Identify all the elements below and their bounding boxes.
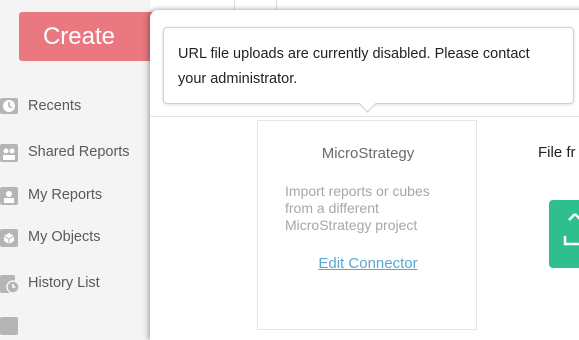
top-strip <box>150 0 579 10</box>
sidebar-item-more[interactable] <box>0 310 28 340</box>
users-icon <box>0 141 20 163</box>
dialog-divider <box>150 116 579 117</box>
sidebar-item-my-reports[interactable]: My Reports <box>0 180 102 210</box>
sidebar-item-my-objects[interactable]: My Objects <box>0 222 101 252</box>
sidebar-item-recents[interactable]: Recents <box>0 91 81 121</box>
create-button[interactable]: Create <box>19 12 169 61</box>
connector-title: MicroStrategy <box>321 145 415 162</box>
sidebar-item-label: History List <box>28 275 100 291</box>
column-divider <box>276 0 277 10</box>
sidebar-item-shared-reports[interactable]: Shared Reports <box>0 137 130 167</box>
cube-icon <box>0 226 20 248</box>
connector-title-file: File fr <box>538 144 576 161</box>
user-icon <box>0 184 20 206</box>
column-divider <box>234 0 235 10</box>
upload-icon[interactable] <box>549 200 579 268</box>
edit-connector-link[interactable]: Edit Connector <box>258 255 478 272</box>
connector-card-microstrategy[interactable]: MicroStrategy Import reports or cubes fr… <box>257 120 477 330</box>
history-icon <box>0 272 20 294</box>
clock-icon <box>0 95 20 117</box>
folder-icon <box>0 314 20 336</box>
sidebar-item-label: Recents <box>28 98 82 114</box>
sidebar-item-label: Shared Reports <box>28 144 130 160</box>
sidebar-item-label: My Objects <box>28 229 101 245</box>
tooltip-message: URL file uploads are currently disabled.… <box>178 46 530 87</box>
sidebar-item-label: My Reports <box>28 187 103 203</box>
upload-disabled-tooltip: URL file uploads are currently disabled.… <box>163 27 574 104</box>
sidebar-item-history-list[interactable]: History List <box>0 268 100 298</box>
connector-description: Import reports or cubes from a different… <box>285 183 430 233</box>
